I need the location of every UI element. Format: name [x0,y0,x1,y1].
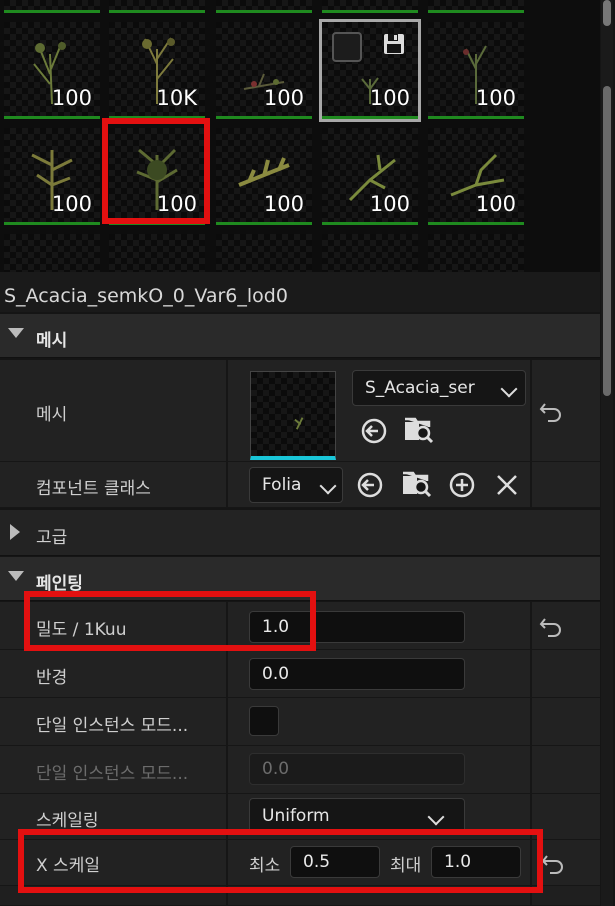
asset-tile[interactable] [428,0,524,13]
mesh-thumbnail[interactable] [250,371,336,460]
asset-tile-hovered[interactable]: 100 [319,19,421,122]
single-instance-checkbox[interactable] [249,706,279,736]
instance-count: 100 [263,192,304,216]
asset-tile[interactable] [109,234,205,272]
chevron-down-icon [427,808,445,826]
instance-count: 100 [51,86,92,110]
browse-asset-icon[interactable] [403,415,435,445]
asset-tile[interactable]: 100 [322,128,418,225]
asset-tile[interactable] [216,234,312,272]
highlight-box [24,591,316,651]
use-selected-asset-icon[interactable] [360,417,388,445]
foliage-asset-grid: 100 10K 100 100 100 100 100 100 100 100 [0,0,600,272]
browse-class-icon[interactable] [401,469,433,499]
use-selected-class-icon[interactable] [356,471,384,499]
single-instance-input-disabled: 0.0 [249,753,465,785]
scrollbar[interactable] [601,0,613,906]
asset-tile[interactable] [216,0,312,13]
property-label: 단일 인스턴스 모드... [36,716,189,736]
mesh-asset-combo[interactable]: S_Acacia_ser [352,370,526,406]
section-label: 고급 [36,528,68,548]
property-label: 스케일링 [36,811,99,831]
expand-arrow-icon [10,524,20,540]
section-advanced[interactable]: 고급 [0,510,600,556]
asset-tile[interactable] [428,234,524,272]
section-label: 메시 [36,331,68,351]
asset-tile[interactable] [4,234,100,272]
chevron-down-icon [500,380,518,398]
property-label: 단일 인스턴스 모드... [36,764,189,784]
asset-tile[interactable]: 100 [4,22,100,119]
grid-scroll-thumb[interactable] [603,0,611,26]
instance-count: 100 [369,86,410,110]
instance-count: 100 [263,86,304,110]
instance-count: 100 [51,192,92,216]
asset-tile[interactable] [322,234,418,272]
instance-count: 10K [156,86,198,110]
collapse-arrow-icon [8,571,24,581]
property-label: 컴포넌트 클래스 [36,479,151,499]
asset-tile[interactable] [4,0,100,13]
details-title: S_Acacia_semkO_0_Var6_lod0 [0,272,600,312]
collapse-arrow-icon [8,328,24,338]
reset-to-default-icon[interactable] [539,400,563,422]
section-mesh[interactable]: 메시 [0,314,600,358]
combo-value: S_Acacia_ser [365,378,475,398]
radius-input[interactable]: 0.0 [249,658,465,690]
reset-to-default-icon[interactable] [539,615,563,637]
clear-icon[interactable] [495,473,519,497]
property-label: 메시 [36,405,68,425]
details-scroll-thumb[interactable] [603,86,611,396]
highlight-box [102,118,210,224]
property-label: 반경 [36,668,68,688]
chevron-down-icon [319,477,337,495]
asset-tile[interactable]: 10K [109,22,205,119]
asset-tile[interactable] [322,0,418,13]
asset-tile[interactable]: 100 [428,22,524,119]
add-icon[interactable] [448,471,476,499]
instance-count: 100 [475,86,516,110]
combo-value: Folia [262,475,302,495]
asset-tile[interactable]: 100 [216,128,312,225]
asset-tile[interactable] [109,0,205,13]
asset-tile[interactable]: 100 [216,22,312,119]
highlight-box [18,829,543,893]
instance-count: 100 [369,192,410,216]
asset-tile[interactable]: 100 [428,128,524,225]
asset-tile[interactable]: 100 [4,128,100,225]
instance-count: 100 [475,192,516,216]
single-instance-mode-row: 단일 인스턴스 모드... [0,698,600,746]
combo-value: Uniform [262,806,330,826]
component-class-combo[interactable]: Folia [249,467,343,503]
reset-to-default-icon[interactable] [541,852,565,874]
